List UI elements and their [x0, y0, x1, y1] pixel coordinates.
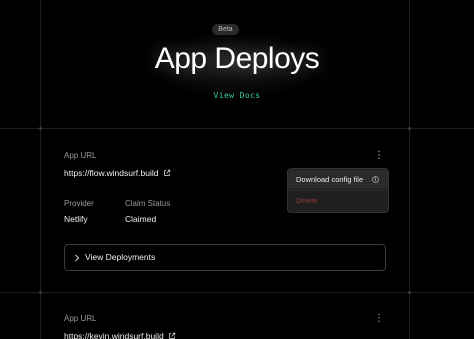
more-options-icon[interactable]: ⋮ [374, 313, 384, 325]
external-link-icon [168, 332, 175, 339]
delete-label: Delete [296, 196, 318, 205]
grid-dot [408, 127, 411, 130]
more-options-icon[interactable]: ⋮ [374, 150, 384, 162]
page-title: App Deploys [154, 42, 320, 75]
beta-badge: Beta [212, 24, 239, 35]
download-config-label: Download config file [296, 175, 364, 184]
grid-line [0, 292, 474, 293]
app-url-link[interactable]: https://flow.windsurf.build [64, 168, 171, 178]
grid-line [0, 128, 474, 129]
claim-status-label: Claim Status [125, 199, 171, 208]
app-url-link[interactable]: https://kevin.windsurf.build [64, 331, 176, 339]
view-docs-link[interactable]: View Docs [0, 91, 474, 100]
claim-status-value: Claimed [125, 214, 157, 224]
provider-label: Provider [64, 199, 94, 208]
app-url-text: https://flow.windsurf.build [64, 168, 159, 178]
provider-value: Netlify [64, 214, 88, 224]
info-icon [372, 176, 379, 183]
chevron-right-icon [75, 254, 80, 262]
grid-dot [39, 127, 42, 130]
delete-menu-item[interactable]: Delete [288, 191, 388, 210]
download-config-menu-item[interactable]: Download config file [288, 170, 388, 189]
view-deployments-label: View Deployments [85, 252, 156, 262]
grid-dot [408, 291, 411, 294]
app-url-label: App URL [64, 151, 97, 160]
external-link-icon [163, 169, 170, 176]
options-menu: Download config file Delete [287, 168, 389, 213]
view-deployments-button[interactable]: View Deployments [64, 244, 386, 271]
app-url-text: https://kevin.windsurf.build [64, 331, 164, 339]
grid-dot [39, 291, 42, 294]
app-url-label: App URL [64, 314, 97, 323]
